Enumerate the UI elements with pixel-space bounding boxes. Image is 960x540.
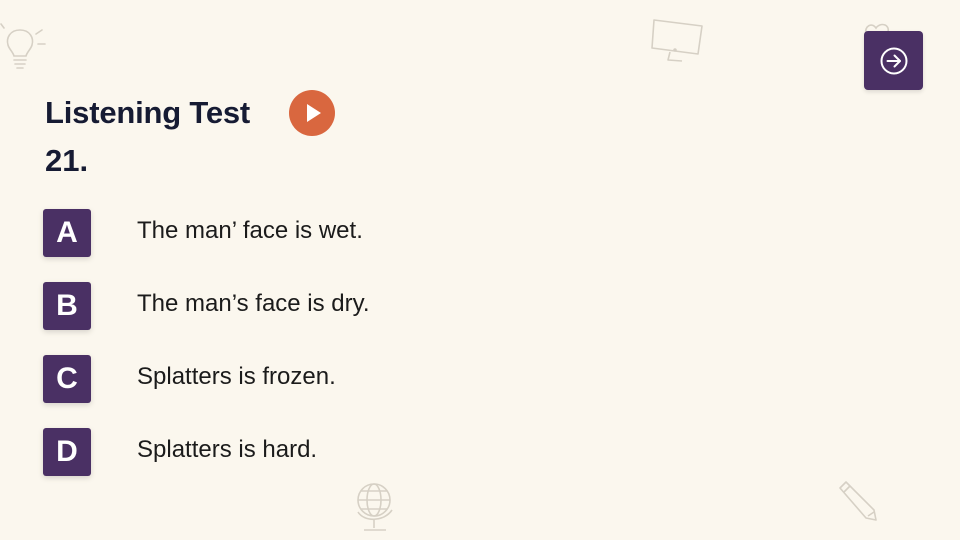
option-letter-badge: D bbox=[43, 428, 91, 476]
option-text: Splatters is frozen. bbox=[137, 363, 336, 390]
globe-icon bbox=[357, 483, 393, 531]
option-text: The man’s face is dry. bbox=[137, 290, 370, 317]
option-letter-badge: A bbox=[43, 209, 91, 257]
option-text: Splatters is hard. bbox=[137, 436, 318, 463]
option-text: The man’ face is wet. bbox=[137, 217, 363, 244]
arrow-right-circle-icon bbox=[880, 47, 907, 74]
next-button[interactable] bbox=[864, 31, 923, 90]
option-a[interactable]: A The man’ face is wet. bbox=[43, 209, 363, 257]
lightbulb-icon bbox=[0, 23, 46, 69]
option-c[interactable]: C Splatters is frozen. bbox=[43, 355, 336, 403]
option-d[interactable]: D Splatters is hard. bbox=[43, 428, 317, 476]
title-row: Listening Test bbox=[45, 88, 250, 138]
option-b[interactable]: B The man’s face is dry. bbox=[43, 282, 370, 330]
page-title: Listening Test bbox=[45, 95, 251, 130]
play-icon bbox=[307, 104, 321, 122]
monitor-icon bbox=[651, 19, 703, 62]
question-number: 21. bbox=[45, 143, 89, 178]
option-letter-badge: C bbox=[43, 355, 91, 403]
play-audio-button[interactable] bbox=[289, 90, 335, 136]
option-letter-badge: B bbox=[43, 282, 91, 330]
pencil-icon bbox=[839, 481, 877, 521]
